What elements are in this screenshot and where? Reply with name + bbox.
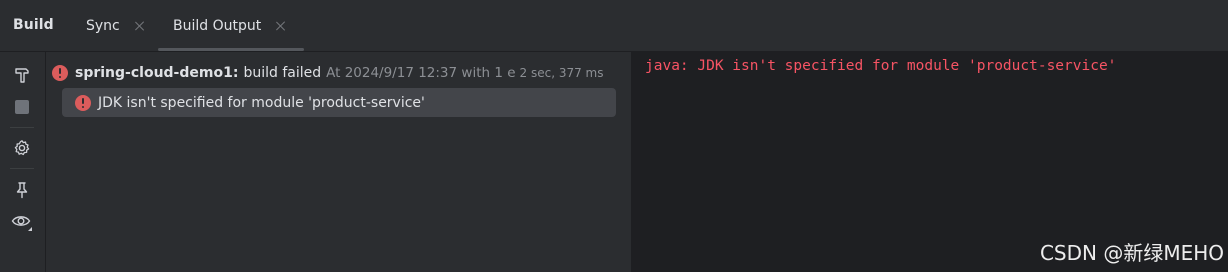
toolbar-divider: [10, 127, 34, 128]
side-toolbar: [0, 52, 46, 272]
console-error-line: java: JDK isn't specified for module 'pr…: [645, 58, 1117, 74]
tree-root-node[interactable]: spring-cloud-demo1: build failed At 2024…: [52, 62, 604, 84]
console-output[interactable]: java: JDK isn't specified for module 'pr…: [631, 52, 1228, 272]
tab-sync[interactable]: Sync: [86, 0, 146, 52]
error-icon: [52, 65, 68, 81]
build-duration: 2 sec, 377 ms: [519, 66, 604, 80]
tab-build-output[interactable]: Build Output: [158, 0, 304, 52]
error-message: JDK isn't specified for module 'product-…: [98, 94, 425, 111]
build-tree: spring-cloud-demo1: build failed At 2024…: [47, 52, 631, 272]
tab-build-output-label: Build Output: [173, 18, 262, 34]
close-icon[interactable]: [134, 20, 146, 32]
tree-child-node[interactable]: JDK isn't specified for module 'product-…: [62, 88, 616, 117]
tool-window-header: Build Sync Build Output: [0, 0, 1228, 52]
stop-icon[interactable]: [11, 96, 33, 118]
close-icon[interactable]: [275, 20, 287, 32]
panel-title: Build: [13, 17, 54, 33]
project-name: spring-cloud-demo1:: [75, 65, 239, 81]
tab-sync-label: Sync: [86, 18, 120, 34]
settings-icon[interactable]: [11, 137, 33, 159]
build-status: build failed: [243, 65, 322, 81]
build-timestamp: At 2024/9/17 12:37 with 1 e: [326, 65, 516, 81]
active-tab-indicator: [158, 48, 304, 51]
error-icon: [75, 94, 91, 111]
toolbar-divider: [10, 168, 34, 169]
eye-icon[interactable]: [11, 211, 33, 233]
hammer-icon[interactable]: [11, 64, 33, 86]
pin-icon[interactable]: [11, 179, 33, 201]
watermark: CSDN @新绿MEHO: [1039, 241, 1224, 265]
